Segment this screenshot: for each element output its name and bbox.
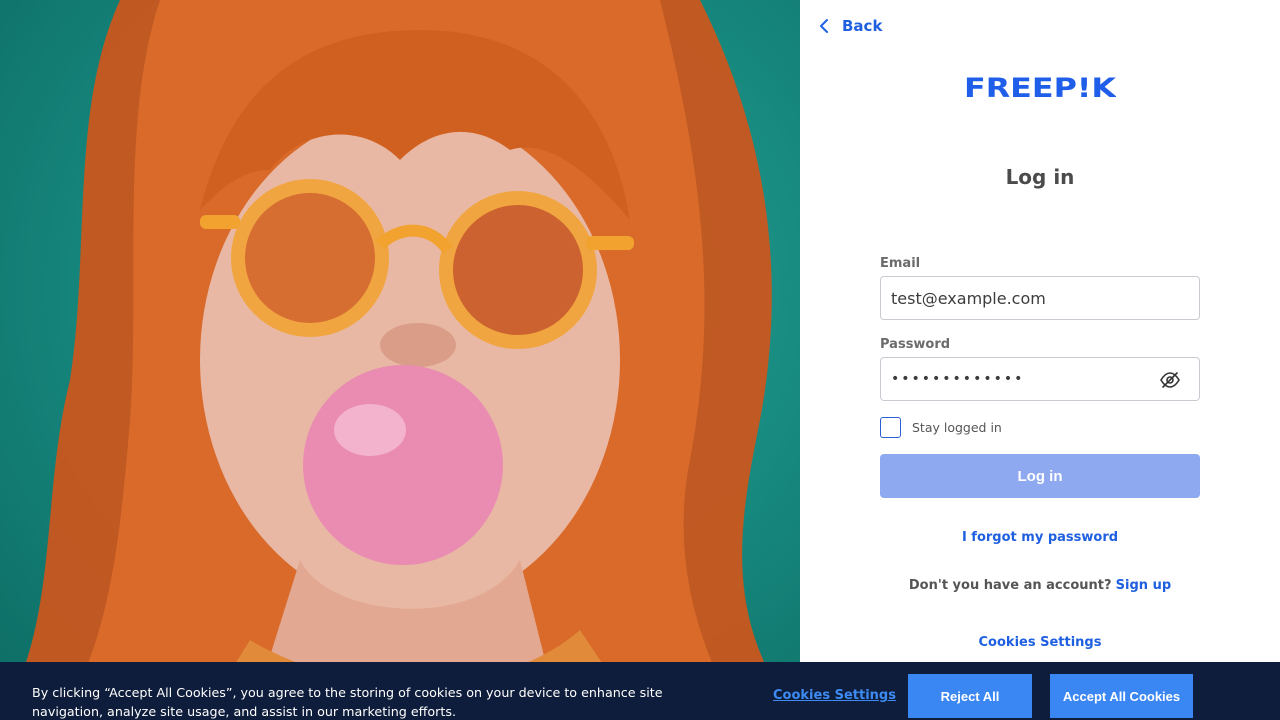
stay-logged-in-checkbox[interactable]: [880, 417, 901, 438]
password-label: Password: [880, 337, 951, 352]
stay-logged-in: Stay logged in: [880, 417, 1002, 438]
cookie-banner-text: By clicking “Accept All Cookies”, you ag…: [32, 685, 663, 719]
password-field[interactable]: •••••••••••••: [880, 357, 1200, 401]
email-value: test@example.com: [891, 288, 1046, 308]
password-value: •••••••••••••: [891, 371, 1025, 387]
forgot-password-link[interactable]: I forgot my password: [962, 530, 1118, 545]
eye-slash-icon[interactable]: [1159, 370, 1181, 390]
svg-text:FREEP!K: FREEP!K: [964, 73, 1116, 100]
email-label: Email: [880, 256, 921, 271]
stay-logged-in-label: Stay logged in: [912, 420, 1002, 435]
signup-prompt: Don't you have an account? Sign up: [800, 578, 1280, 593]
accept-all-cookies-button[interactable]: Accept All Cookies: [1050, 674, 1193, 718]
hero-illustration: [0, 0, 800, 720]
cookies-settings-link[interactable]: Cookies Settings: [979, 635, 1102, 650]
no-account-text: Don't you have an account?: [908, 578, 1112, 593]
reject-all-button[interactable]: Reject All: [908, 674, 1032, 718]
cookie-settings-button[interactable]: Cookies Settings: [773, 688, 896, 703]
chevron-left-icon: [820, 19, 828, 33]
back-label: Back: [842, 17, 883, 35]
login-button[interactable]: Log in: [880, 454, 1200, 498]
freepik-logo: FREEP!K: [964, 73, 1116, 100]
email-field[interactable]: test@example.com: [880, 276, 1200, 320]
login-panel: Back FREEP!K Log in Email test@example.c…: [800, 0, 1280, 720]
back-link[interactable]: Back: [818, 17, 882, 35]
signup-link[interactable]: Sign up: [1116, 578, 1171, 593]
hero-image: [0, 0, 800, 720]
page-title: Log in: [1005, 165, 1075, 189]
cookie-banner: By clicking “Accept All Cookies”, you ag…: [0, 662, 1280, 720]
